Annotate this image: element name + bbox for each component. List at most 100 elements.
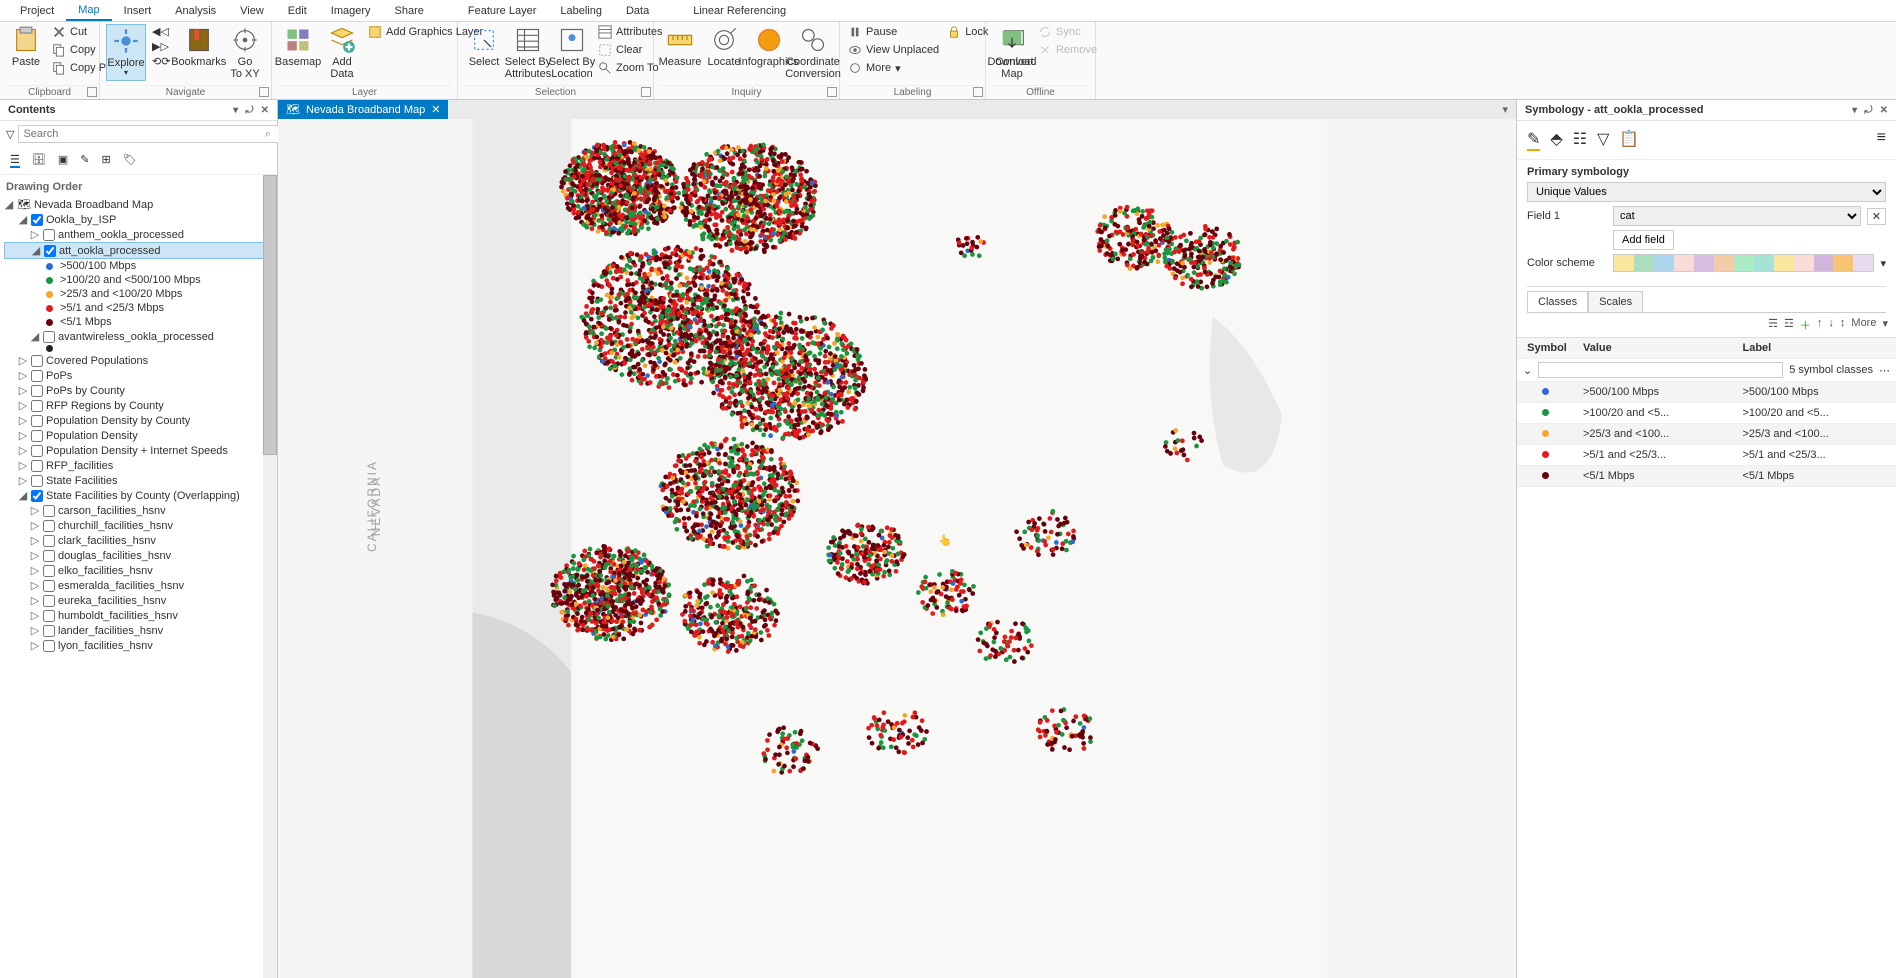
pause-button[interactable]: Pause [846, 24, 941, 40]
dialog-launcher-navigate[interactable] [259, 87, 269, 97]
dialog-launcher-selection[interactable] [641, 87, 651, 97]
toc-layer-item[interactable]: ▷humboldt_facilities_hsnv [4, 608, 273, 623]
symbology-class-row[interactable]: >5/1 and <25/3...>5/1 and <25/3... [1517, 445, 1896, 466]
toc-layer-item[interactable]: ▷eureka_facilities_hsnv [4, 593, 273, 608]
toc-layer-item[interactable]: ▷lander_facilities_hsnv [4, 623, 273, 638]
toc-check[interactable] [43, 625, 55, 637]
select-button[interactable]: Select [464, 24, 504, 70]
nav-arrow-2[interactable]: ▶▷ [150, 39, 172, 54]
nav-arrow-1[interactable]: ◀◁ [150, 24, 172, 39]
toc-layer-item[interactable]: ▷Covered Populations [4, 353, 273, 368]
grid-sort-icon[interactable]: ↕ [1840, 317, 1846, 333]
tab-scales[interactable]: Scales [1588, 291, 1643, 312]
bookmarks-button[interactable]: Bookmarks [176, 24, 221, 70]
vary-by-attribute-icon[interactable]: ⬘ [1550, 129, 1562, 151]
ribbon-tab-share[interactable]: Share [383, 2, 436, 20]
basemap-button[interactable]: Basemap [278, 24, 318, 70]
toc-layer-item[interactable]: ▷RFP_facilities [4, 458, 273, 473]
toc-layer-anthem[interactable]: ▷anthem_ookla_processed [4, 227, 273, 242]
grid-more-chevron-icon[interactable]: ▾ [1882, 317, 1888, 333]
group-heading-input[interactable] [1538, 362, 1783, 378]
download-map-button[interactable]: Download Map [992, 24, 1032, 82]
ribbon-tab-project[interactable]: Project [8, 2, 66, 20]
primary-symbology-icon[interactable]: ✎ [1527, 129, 1540, 151]
symbology-class-row[interactable]: >100/20 and <5...>100/20 and <5... [1517, 403, 1896, 424]
group-more-icon[interactable]: ⋯ [1879, 364, 1890, 377]
list-by-editing-icon[interactable]: ✎ [80, 153, 89, 168]
toc-check[interactable] [43, 565, 55, 577]
toc-check[interactable] [43, 640, 55, 652]
list-by-drawing-icon[interactable]: ☰ [10, 153, 20, 168]
contents-close-icon[interactable]: ✕ [261, 105, 269, 116]
toc-check[interactable] [31, 445, 43, 457]
col-value-header[interactable]: Value [1577, 338, 1737, 358]
col-symbol-header[interactable]: Symbol [1517, 338, 1577, 358]
dialog-launcher-labeling[interactable] [973, 87, 983, 97]
toc-layer-item[interactable]: ▷State Facilities [4, 473, 273, 488]
toc-layer-item[interactable]: ▷PoPs [4, 368, 273, 383]
ribbon-tab-analysis[interactable]: Analysis [163, 2, 228, 20]
class-label[interactable]: >500/100 Mbps [1737, 382, 1896, 402]
contents-search-input[interactable] [18, 125, 280, 143]
goto-xy-button[interactable]: Go To XY [225, 24, 265, 82]
group-expand-icon[interactable]: ⌄ [1523, 364, 1532, 377]
class-value[interactable]: >100/20 and <5... [1577, 403, 1737, 423]
ribbon-tab-map[interactable]: Map [66, 1, 111, 21]
grid-up-icon[interactable]: ↑ [1817, 317, 1823, 333]
ribbon-tab-edit[interactable]: Edit [276, 2, 319, 20]
toc-check-avant[interactable] [43, 331, 55, 343]
map-canvas[interactable]: CALIFORNIA NEVADA 👆 [278, 119, 1516, 978]
toc-map-item[interactable]: ◢🗺Nevada Broadband Map [4, 197, 273, 212]
toc-layer-item[interactable]: ▷PoPs by County [4, 383, 273, 398]
ribbon-tab-labeling[interactable]: Labeling [548, 2, 614, 20]
ribbon-tab-insert[interactable]: Insert [112, 2, 164, 20]
toc-group-state-fac[interactable]: ◢State Facilities by County (Overlapping… [4, 488, 273, 503]
toc-check[interactable] [43, 595, 55, 607]
ribbon-tab-linear-ref[interactable]: Linear Referencing [681, 2, 798, 20]
ribbon-tab-data[interactable]: Data [614, 2, 661, 20]
toc-layer-item[interactable]: ▷Population Density + Internet Speeds [4, 443, 273, 458]
infographics-button[interactable]: Infographics [748, 24, 789, 70]
symbology-class-row[interactable]: >25/3 and <100...>25/3 and <100... [1517, 424, 1896, 445]
symbology-group-row[interactable]: ⌄ 5 symbol classes ⋯ [1517, 359, 1896, 382]
toc-check[interactable] [31, 355, 43, 367]
advanced-icon[interactable]: ▽ [1597, 129, 1609, 151]
add-data-button[interactable]: Add Data [322, 24, 362, 82]
map-view-tab[interactable]: 🗺 Nevada Broadband Map ✕ [278, 100, 448, 119]
lock-button[interactable]: Lock [945, 24, 990, 40]
list-by-source-icon[interactable]: 🗄 [32, 153, 46, 168]
remove-field-icon[interactable]: ✕ [1867, 208, 1886, 225]
toc-check[interactable] [43, 520, 55, 532]
ribbon-tab-feature-layer[interactable]: Feature Layer [456, 2, 548, 20]
remove-button[interactable]: Remove [1036, 42, 1099, 58]
grid-down-icon[interactable]: ↓ [1828, 317, 1834, 333]
coord-conversion-button[interactable]: Coordinate Conversion [793, 24, 833, 82]
col-label-header[interactable]: Label [1737, 338, 1896, 358]
more-labeling-button[interactable]: More ▾ [846, 60, 941, 76]
grid-format-icon[interactable]: ☴ [1768, 317, 1778, 333]
toc-check[interactable] [31, 460, 43, 472]
toc-layer-avant[interactable]: ◢avantwireless_ookla_processed [4, 329, 273, 344]
toc-check-ookla[interactable] [31, 214, 43, 226]
map-tab-close-icon[interactable]: ✕ [431, 103, 440, 116]
symbol-layer-icon[interactable]: ☷ [1573, 129, 1587, 151]
ribbon-tab-view[interactable]: View [228, 2, 276, 20]
toc-layer-item[interactable]: ▷Population Density [4, 428, 273, 443]
symbology-pin-icon[interactable]: ⤾ [1864, 105, 1872, 116]
symbol-swatch[interactable] [1542, 388, 1549, 395]
map-view-menu-icon[interactable]: ▾ [1494, 100, 1516, 119]
sync-button[interactable]: Sync [1036, 24, 1099, 40]
symbology-menu-icon[interactable]: ≡ [1877, 129, 1886, 151]
toc-check[interactable] [31, 430, 43, 442]
tab-classes[interactable]: Classes [1527, 291, 1588, 312]
dialog-launcher-clipboard[interactable] [87, 87, 97, 97]
symbology-class-row[interactable]: >500/100 Mbps>500/100 Mbps [1517, 382, 1896, 403]
toc-scrollbar-thumb[interactable] [263, 175, 277, 455]
dialog-launcher-inquiry[interactable] [827, 87, 837, 97]
toc-check[interactable] [31, 475, 43, 487]
grid-add-icon[interactable]: ＋ [1800, 317, 1811, 333]
list-by-labeling-icon[interactable]: 🏷 [123, 153, 137, 168]
view-unplaced-button[interactable]: View Unplaced [846, 42, 941, 58]
toc-layer-item[interactable]: ▷esmeralda_facilities_hsnv [4, 578, 273, 593]
contents-toc[interactable]: Drawing Order ◢🗺Nevada Broadband Map ◢Oo… [0, 175, 277, 978]
